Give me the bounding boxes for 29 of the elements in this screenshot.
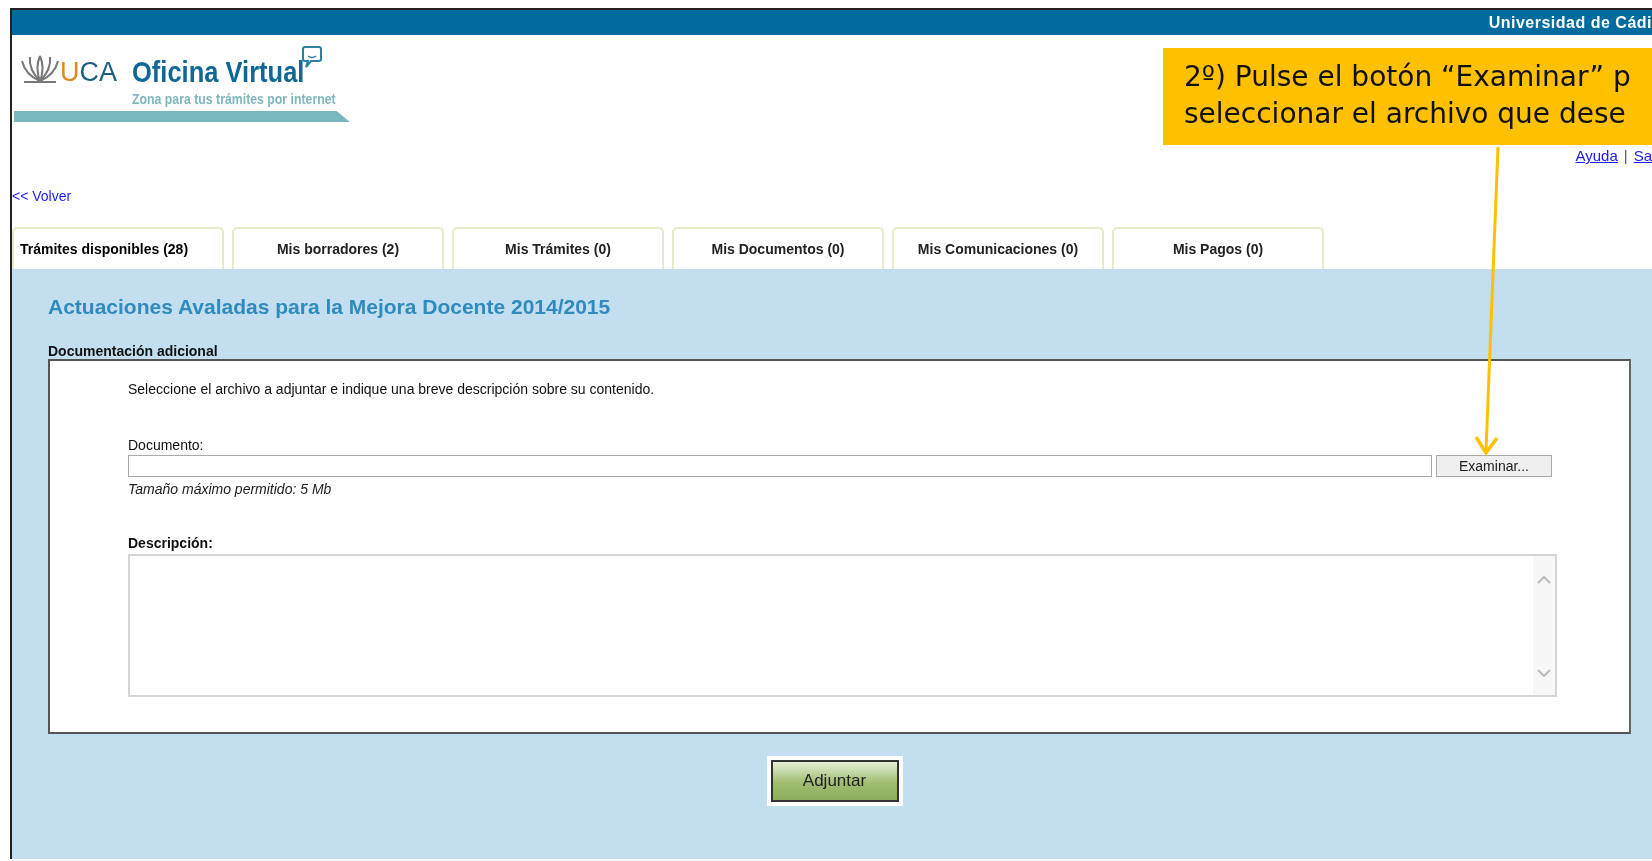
speech-bubble-icon [302,46,322,70]
scroll-down-icon[interactable] [1537,669,1551,677]
scroll-up-icon[interactable] [1537,576,1551,584]
scrollbar[interactable] [1533,556,1555,695]
tab[interactable]: Mis Documentos (0) [672,227,884,269]
tab[interactable]: Mis Trámites (0) [452,227,664,269]
logo-tagline: Zona para tus trámites por internet [132,90,336,107]
instruction-text: Seleccione el archivo a adjuntar e indique una breve descripción sobre su contenido. [128,381,656,397]
university-title: Universidad de Cádi [1488,13,1652,32]
separator: | [1623,147,1628,164]
header-link[interactable]: Ayuda [1575,147,1618,164]
back-link[interactable]: << Volver [12,188,1652,208]
tab[interactable]: Mis Pagos (0) [1112,227,1324,269]
logo-brand: UCA [60,57,117,88]
callout-note: 2º) Pulse el botón “Examinar” p seleccionar el archivo que dese [1163,48,1652,145]
browse-button[interactable]: Examinar... [1436,455,1552,477]
page-title: Actuaciones Avaladas para la Mejora Docente 2014/2015 [48,295,612,320]
tab[interactable]: Mis Comunicaciones (0) [892,227,1104,269]
field-label: Documento: [128,437,205,453]
tab[interactable]: Trámites disponibles (28) [12,227,224,269]
section-title: Documentación adicional [48,343,219,359]
logo-title: Oficina Virtual [132,55,305,89]
description-field[interactable] [128,554,1557,697]
tab[interactable]: Mis borradores (2) [232,227,444,269]
header-link[interactable]: Sa [1633,147,1652,164]
file-path-field[interactable] [128,455,1432,477]
crest-icon [20,55,60,85]
size-hint: Tamaño máximo permitido: 5 Mb [128,481,333,497]
field-label: Descripción: [128,535,214,551]
